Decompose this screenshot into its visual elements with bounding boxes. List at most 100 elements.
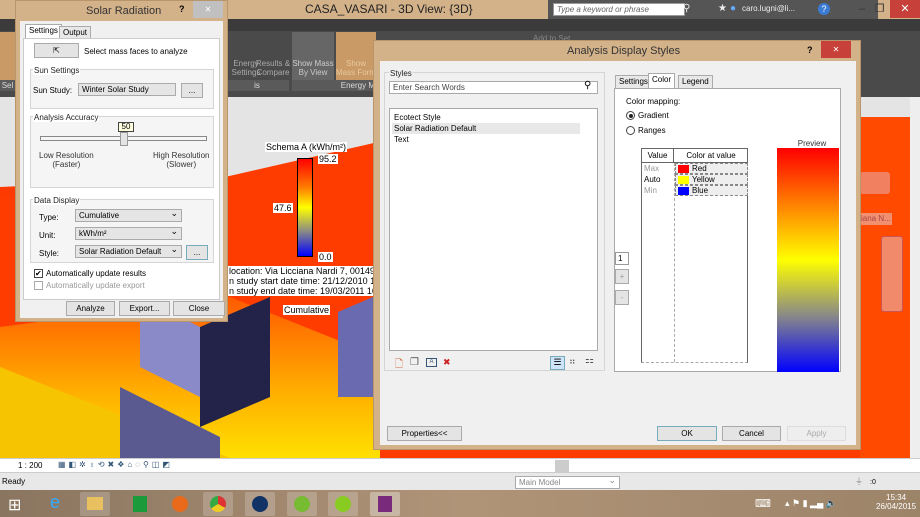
chrome-icon[interactable] [203, 492, 233, 516]
viewcube[interactable] [860, 172, 890, 194]
select-faces-button[interactable]: ⇱ [34, 43, 79, 58]
clock-date: 26/04/2015 [876, 502, 917, 511]
star-icon[interactable]: ★ [718, 3, 727, 14]
legend-color-bar [297, 158, 313, 257]
new-style-icon[interactable]: 🗋 [395, 357, 403, 374]
tab-color[interactable]: Color [648, 73, 676, 88]
high-sub: (Slower) [166, 160, 197, 169]
user-account-menu[interactable]: caro.lugni@li... [742, 4, 795, 13]
ribbon-button-select[interactable] [0, 32, 15, 80]
help-button[interactable]: ? [818, 3, 830, 15]
count-field[interactable]: 1 [615, 252, 629, 265]
utorrent-icon[interactable] [287, 492, 317, 516]
accuracy-slider-thumb[interactable] [119, 132, 128, 146]
small-icons-view-icon[interactable]: ⠶ [569, 356, 576, 367]
horizontal-scroll-thumb[interactable] [555, 460, 569, 472]
show-mass-form-button[interactable]: Show Mass Form [336, 32, 376, 80]
close-dialog-button[interactable]: ✕ [193, 1, 223, 18]
gradient-label: Gradient [638, 111, 669, 120]
color-name: Yellow [692, 175, 715, 184]
tab-settings[interactable]: Settings [25, 24, 62, 39]
solar-radiation-dialog: Solar Radiation ? ✕ Settings Output ⇱ Se… [15, 0, 228, 322]
tab-legend[interactable]: Legend [678, 75, 713, 88]
help-button[interactable]: ? [179, 4, 185, 14]
color-swatch [678, 176, 689, 184]
color-table: Value Color at value Max Red Auto Yellow Min… [641, 148, 748, 363]
gradient-radio[interactable] [626, 111, 635, 120]
style-dropdown[interactable]: Solar Radiation Default [75, 244, 182, 258]
add-row-button[interactable]: + [615, 269, 629, 284]
app-icon-blue[interactable] [245, 492, 275, 516]
type-dropdown[interactable]: Cumulative [75, 208, 182, 222]
view-control-icons[interactable]: ▦◧✲♁⟲✖❖⌂◌⚲◫◩ [58, 460, 173, 469]
row-color[interactable]: Blue [675, 185, 748, 196]
unit-dropdown[interactable]: kWh/m² [75, 226, 182, 240]
start-button[interactable]: ⊞ [8, 495, 21, 515]
export-button[interactable]: Export... [119, 301, 170, 316]
keyboard-icon[interactable]: ⌨ [755, 497, 771, 510]
viewcube-location-dropdown[interactable]: iana N... [860, 213, 892, 225]
color-header: Color at value [674, 149, 748, 163]
styles-search-input[interactable]: Enter Search Words [389, 81, 598, 94]
auto-update-results-checkbox[interactable]: ✔ [34, 269, 43, 278]
duplicate-style-icon[interactable]: ❐ [410, 357, 419, 368]
view-scale[interactable]: 1 : 200 [18, 461, 42, 470]
remove-row-button[interactable]: - [615, 290, 629, 305]
active-model-dropdown[interactable]: Main Model [515, 475, 620, 489]
binoculars-icon[interactable]: ⚲ [683, 3, 690, 14]
store-icon[interactable] [125, 492, 155, 516]
auto-update-export-checkbox[interactable] [34, 281, 43, 290]
row-value[interactable]: Auto [644, 175, 660, 184]
style-item-ecotect[interactable]: Ecotect Style [394, 113, 441, 122]
ranges-radio[interactable] [626, 126, 635, 135]
data-display-group: Data Display [33, 196, 81, 205]
close-dialog-button[interactable]: ✕ [821, 41, 851, 58]
results-compare-button[interactable]: Results & Compare [252, 32, 294, 80]
file-explorer-icon[interactable] [80, 492, 110, 516]
preview-label: Preview [797, 139, 827, 148]
firefox-icon[interactable] [165, 492, 195, 516]
auto-update-results-label: Automatically update results [46, 269, 147, 278]
color-mapping-label: Color mapping: [626, 97, 681, 106]
close-button[interactable]: Close [173, 301, 225, 316]
panel-label-select: Sel [0, 80, 15, 91]
low-resolution-label: Low Resolution (Faster) [39, 151, 94, 169]
help-button[interactable]: ? [807, 45, 813, 55]
sun-study-field[interactable]: Winter Solar Study [78, 83, 176, 96]
list-view-icon[interactable]: ☰ [550, 356, 565, 370]
analyze-button[interactable]: Analyze [66, 301, 115, 316]
spotify-icon[interactable] [328, 492, 358, 516]
search-icon[interactable]: ⚲ [584, 80, 591, 91]
help-search-input[interactable]: Type a keyword or phrase [553, 3, 685, 16]
rename-style-icon[interactable]: A [426, 358, 437, 367]
tray-icons[interactable]: ▴ ⚑ ▮ ▂▄ 🔈 [785, 498, 837, 509]
restore-button[interactable]: ❐ [872, 0, 887, 18]
legend-title: Schema A (kWh/m²) [265, 142, 348, 152]
large-icons-view-icon[interactable]: ⚏ [585, 355, 594, 366]
style-browse-button[interactable]: ... [186, 245, 208, 260]
row-value[interactable]: Max [644, 164, 659, 173]
row-color[interactable]: Red [675, 163, 748, 174]
vasari-icon[interactable] [370, 492, 400, 516]
filter-count: :0 [870, 479, 876, 486]
navigation-bar[interactable] [881, 236, 903, 312]
delete-style-icon[interactable]: ✖ [443, 357, 451, 368]
tab-settings[interactable]: Settings [615, 75, 652, 88]
ie-icon[interactable]: e [40, 492, 70, 516]
style-item-text[interactable]: Text [394, 135, 409, 144]
vertical-scrollbar[interactable] [910, 97, 920, 472]
styles-group: Styles [389, 69, 413, 78]
properties-button[interactable]: Properties<< [387, 426, 462, 441]
show-mass-by-view-button[interactable]: Show Mass By View [292, 32, 334, 80]
unit-label: Unit: [39, 231, 56, 240]
sun-study-browse-button[interactable]: ... [181, 83, 203, 98]
close-app-button[interactable]: ✕ [890, 0, 920, 18]
filter-icon[interactable]: ⏚ [855, 476, 863, 487]
style-item-solar-radiation-default[interactable]: Solar Radiation Default [392, 123, 580, 134]
apply-button[interactable]: Apply [787, 426, 846, 441]
row-color[interactable]: Yellow [675, 174, 748, 185]
cancel-button[interactable]: Cancel [722, 426, 781, 441]
row-value[interactable]: Min [644, 186, 657, 195]
view-control-bar: 1 : 200 ▦◧✲♁⟲✖❖⌂◌⚲◫◩ [0, 458, 920, 472]
ok-button[interactable]: OK [657, 426, 717, 441]
